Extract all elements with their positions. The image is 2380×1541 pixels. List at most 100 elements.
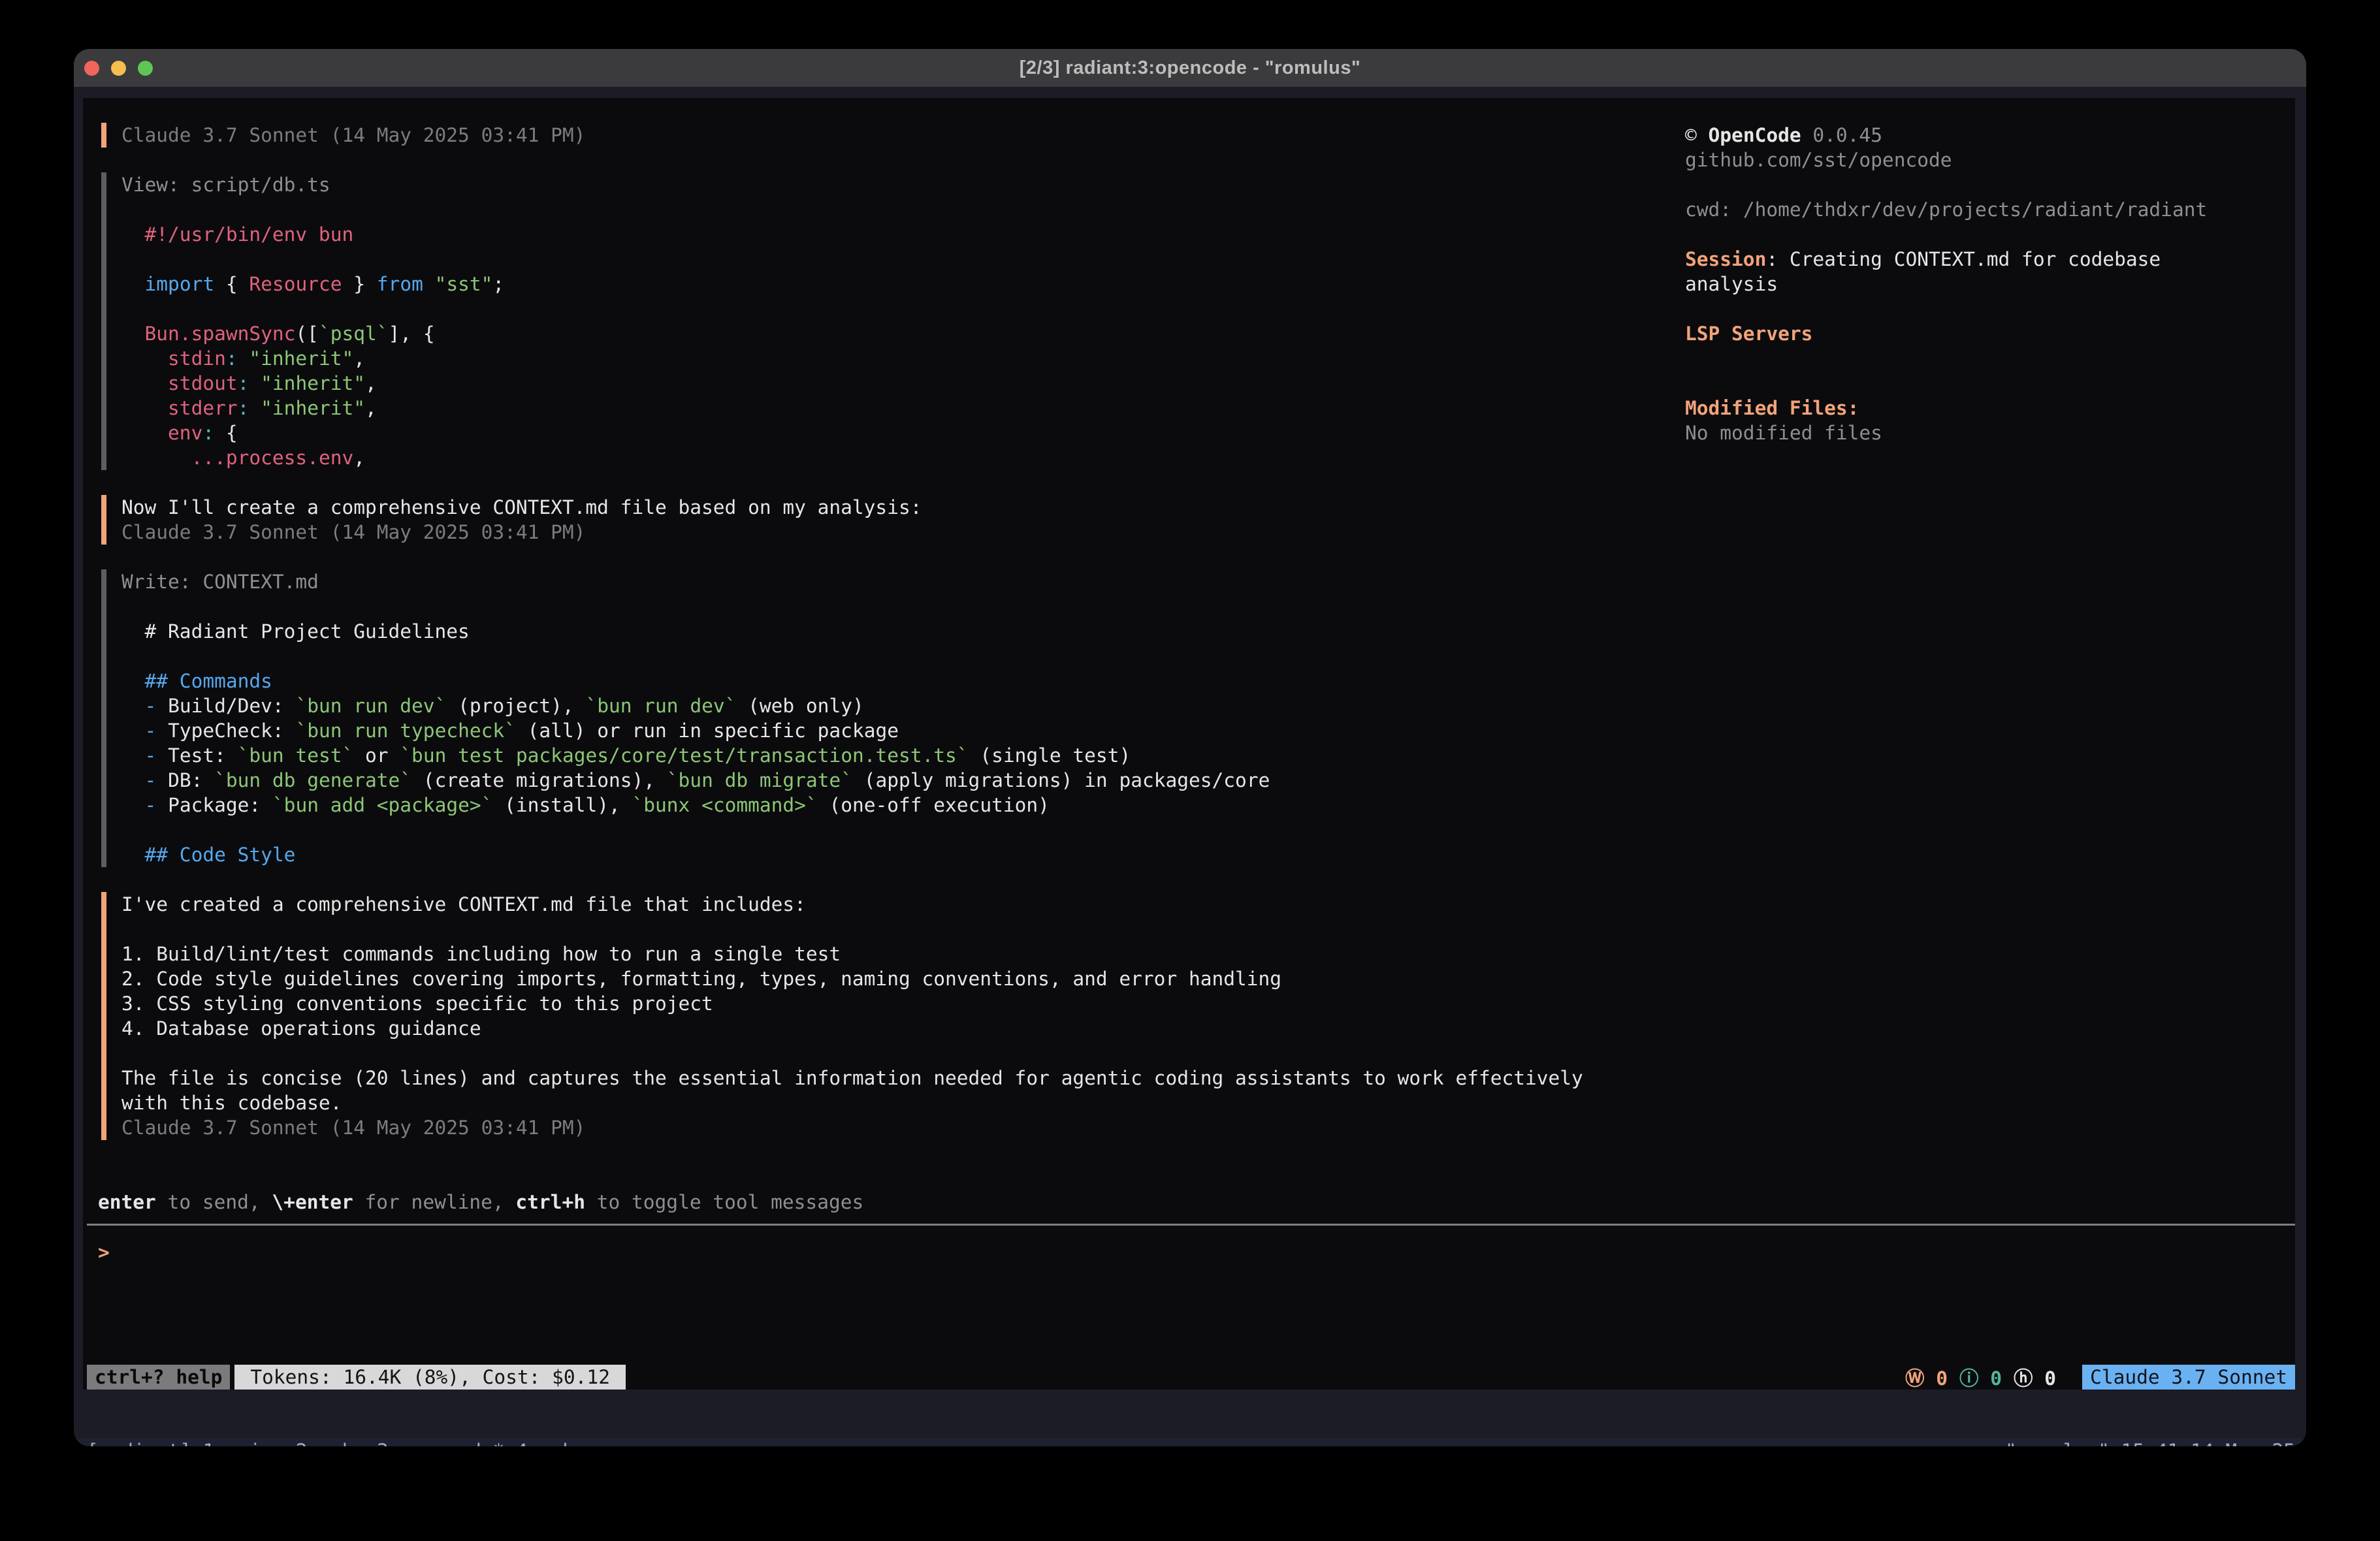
text-segment: , [353, 347, 365, 370]
terminal-line [121, 594, 1270, 619]
text-segment: stdin [168, 347, 226, 370]
text-segment: - [145, 769, 169, 791]
text-segment: - [145, 744, 169, 767]
text-segment: enter [98, 1191, 156, 1213]
text-segment: , [365, 372, 377, 394]
text-segment [423, 273, 435, 295]
text-segment: `bun add <package>` [272, 794, 492, 816]
text-segment [121, 744, 145, 767]
text-segment: Claude 3.7 Sonnet (14 May 2025 03:41 PM) [121, 521, 585, 543]
message-block: Claude 3.7 Sonnet (14 May 2025 03:41 PM) [101, 123, 1583, 148]
window-title: [2/3] radiant:3:opencode - "romulus" [74, 49, 2306, 87]
text-segment: No modified files [1685, 422, 1882, 444]
text-segment: : Creating CONTEXT.md for codebase [1766, 248, 2161, 270]
text-segment: ], { [389, 323, 435, 345]
text-segment: (apply migrations) in packages/core [852, 769, 1270, 791]
status-bar: ctrl+? help Tokens: 16.4K (8%), Cost: $0… [87, 1365, 2295, 1390]
text-segment: cwd: /home/thdxr/dev/projects/radiant/ra… [1685, 199, 2207, 221]
terminal-line: Claude 3.7 Sonnet (14 May 2025 03:41 PM) [121, 1115, 1583, 1140]
model-badge: Claude 3.7 Sonnet [2082, 1365, 2295, 1390]
terminal-line: # Radiant Project Guidelines [121, 619, 1270, 644]
tmux-status-bar: [radiant] 1:nvim 2:zsh- 3:opencode* 4:zs… [74, 1438, 2306, 1446]
terminal-line: stdout: "inherit", [121, 371, 504, 396]
block-content: View: script/db.ts #!/usr/bin/env bun im… [121, 172, 504, 470]
text-segment [249, 397, 261, 419]
text-segment: `bun db generate` [214, 769, 411, 791]
tmux-window-2:zsh[interactable]: 2:zsh- [296, 1440, 377, 1446]
text-segment: `bun run typecheck` [295, 720, 515, 742]
text-segment: Build/Dev: [168, 695, 295, 717]
text-segment: #!/usr/bin/env bun [121, 223, 353, 246]
text-segment: `bunx <command>` [632, 794, 818, 816]
text-segment: `psql` [319, 323, 389, 345]
text-segment [121, 397, 168, 419]
block-content: I've created a comprehensive CONTEXT.md … [121, 892, 1583, 1140]
text-segment: (web only) [736, 695, 863, 717]
tool-block: View: script/db.ts #!/usr/bin/env bun im… [101, 172, 1583, 470]
text-segment: analysis [1685, 273, 1778, 295]
text-segment: Write: CONTEXT.md [121, 571, 319, 593]
text-segment: : [238, 397, 249, 419]
titlebar[interactable]: [2/3] radiant:3:opencode - "romulus" [74, 49, 2306, 87]
terminal-line [121, 917, 1583, 942]
text-segment: - [145, 794, 169, 816]
terminal-line: #!/usr/bin/env bun [121, 222, 504, 247]
text-segment [121, 323, 145, 345]
text-segment [238, 347, 249, 370]
terminal-line: The file is concise (20 lines) and captu… [121, 1066, 1583, 1090]
block-content: Write: CONTEXT.md # Radiant Project Guid… [121, 569, 1270, 867]
close-button[interactable] [84, 61, 99, 76]
text-segment: OpenCode [1709, 124, 1801, 146]
text-segment: DB: [168, 769, 214, 791]
text-segment: for newline, [353, 1191, 516, 1213]
token-cost-indicator: Tokens: 16.4K (8%), Cost: $0.12 [234, 1365, 626, 1390]
text-segment [121, 695, 145, 717]
tmux-window-4:zsh[interactable]: 4:zsh [516, 1440, 574, 1446]
text-segment: Package: [168, 794, 272, 816]
text-segment: , [365, 397, 377, 419]
tool-block: Write: CONTEXT.md # Radiant Project Guid… [101, 569, 1583, 867]
text-segment: 2. Code style guidelines covering import… [121, 968, 1281, 990]
tmux-window-3:opencode[interactable]: 3:opencode* [377, 1440, 516, 1446]
block-content: Claude 3.7 Sonnet (14 May 2025 03:41 PM) [121, 123, 585, 148]
accent-bar [101, 123, 106, 148]
tmux-window-1:nvim[interactable]: 1:nvim [203, 1440, 296, 1446]
message-input[interactable]: > [98, 1240, 2295, 1265]
text-segment [121, 720, 145, 742]
text-segment: Claude 3.7 Sonnet (14 May 2025 03:41 PM) [121, 1117, 585, 1139]
text-segment: Test: [168, 744, 238, 767]
text-segment: from [377, 273, 423, 295]
diagnostics-counts: Ⓦ 0ⓘ 0ⓗ 0 [1893, 1363, 2056, 1391]
text-segment: I've created a comprehensive CONTEXT.md … [121, 893, 806, 915]
zoom-button[interactable] [138, 61, 153, 76]
text-segment: : [238, 372, 249, 394]
text-segment: TypeCheck: [168, 720, 295, 742]
text-segment: Bun.spawnSync [145, 323, 296, 345]
text-segment: (single test) [969, 744, 1131, 767]
desktop: [2/3] radiant:3:opencode - "romulus" Cla… [0, 0, 2380, 1541]
text-segment: Modified Files: [1685, 397, 1859, 419]
sidebar-line [1685, 296, 2207, 321]
text-segment: "inherit" [249, 347, 353, 370]
text-segment: env [168, 422, 202, 444]
block-content: Now I'll create a comprehensive CONTEXT.… [121, 495, 922, 545]
text-segment: 0.0.45 [1812, 124, 1882, 146]
text-segment: ## Code Style [121, 844, 295, 866]
text-segment: 1. Build/lint/test commands including ho… [121, 943, 841, 965]
text-segment: "sst" [435, 273, 493, 295]
text-segment: Resource [249, 273, 342, 295]
text-segment: `bun run dev` [295, 695, 446, 717]
text-segment: ([ [295, 323, 319, 345]
text-segment [249, 372, 261, 394]
diagnostic-hint-icon: ⓗ 0 [2014, 1363, 2056, 1391]
text-segment: `bun db migrate` [667, 769, 852, 791]
traffic-lights [84, 49, 153, 87]
text-segment: 4. Database operations guidance [121, 1017, 481, 1040]
minimize-button[interactable] [111, 61, 126, 76]
terminal-line [121, 247, 504, 272]
text-segment: , [353, 447, 365, 469]
terminal-line [121, 1041, 1583, 1066]
text-segment: Claude 3.7 Sonnet (14 May 2025 03:41 PM) [121, 124, 585, 146]
sidebar-line: Session: Creating CONTEXT.md for codebas… [1685, 247, 2207, 272]
terminal-line: 3. CSS styling conventions specific to t… [121, 991, 1583, 1016]
